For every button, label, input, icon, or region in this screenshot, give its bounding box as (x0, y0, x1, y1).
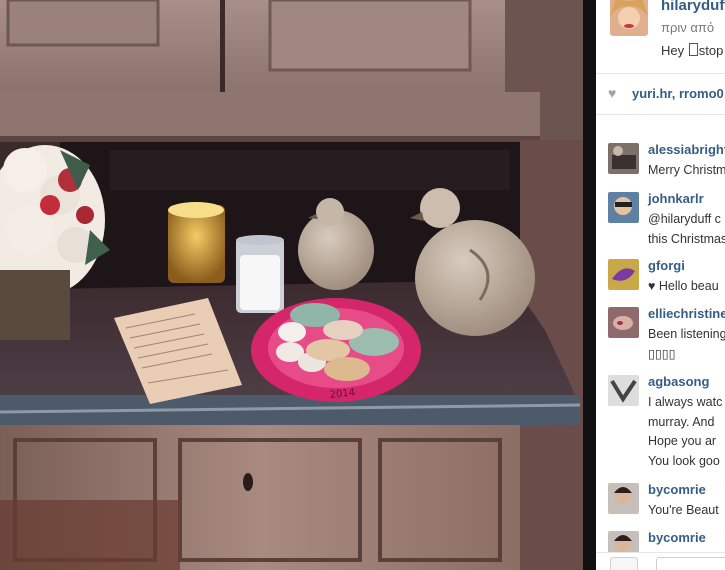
commenter-avatar[interactable] (608, 375, 639, 406)
comment-footer (596, 552, 725, 570)
commenter-username[interactable]: bycomrie (648, 530, 706, 545)
like-button[interactable] (610, 557, 638, 570)
comment-input[interactable] (656, 557, 725, 570)
commenter-avatar[interactable] (608, 307, 639, 338)
comment-text-body: @hilaryduff c this Christmas (648, 212, 725, 246)
caption-text-cont: stop (698, 43, 724, 58)
commenter-avatar[interactable] (608, 143, 639, 174)
commenter-username[interactable]: agbasong (648, 374, 709, 389)
likes-row: ♥ yuri.hr, rromo0 (596, 74, 725, 115)
post-header: hilaryduff πριν από Hey stop (596, 0, 725, 74)
likes-names[interactable]: yuri.hr, rromo0 (632, 86, 724, 101)
commenter-username[interactable]: johnkarlr (648, 191, 704, 206)
commenter-avatar[interactable] (608, 259, 639, 290)
comment-text: I always watc murray. And Hope you ar Yo… (648, 395, 723, 468)
author-avatar[interactable] (610, 0, 648, 36)
comment-text: Been listening ▯▯▯▯ (648, 327, 725, 361)
heart-icon: ♥ (608, 85, 617, 101)
commenter-username[interactable]: elliechristine (648, 306, 725, 321)
commenter-username[interactable]: alessiabright (648, 142, 725, 157)
author-username[interactable]: hilaryduff (661, 0, 725, 14)
commenter-avatar[interactable] (608, 192, 639, 223)
commenter-username[interactable]: bycomrie (648, 482, 706, 497)
post-timestamp: πριν από (661, 20, 715, 35)
comment-text: You're Beaut (648, 503, 719, 517)
post-photo: 2014 (0, 0, 583, 570)
post-caption: Hey stop (661, 43, 723, 58)
caption-text: Hey (661, 43, 685, 58)
comment-text: ♥ Hello beau (648, 279, 719, 293)
commenter-avatar[interactable] (608, 483, 639, 514)
panel-divider (583, 0, 596, 570)
comment-text: @hilaryduff c this Christmas (648, 210, 725, 249)
comment-text: Merry Christmas (648, 163, 725, 177)
commenter-username[interactable]: gforgi (648, 258, 685, 273)
unknown-glyph-icon (688, 43, 698, 56)
comments-sidebar: hilaryduff πριν από Hey stop ♥ yuri.hr, … (596, 0, 725, 570)
